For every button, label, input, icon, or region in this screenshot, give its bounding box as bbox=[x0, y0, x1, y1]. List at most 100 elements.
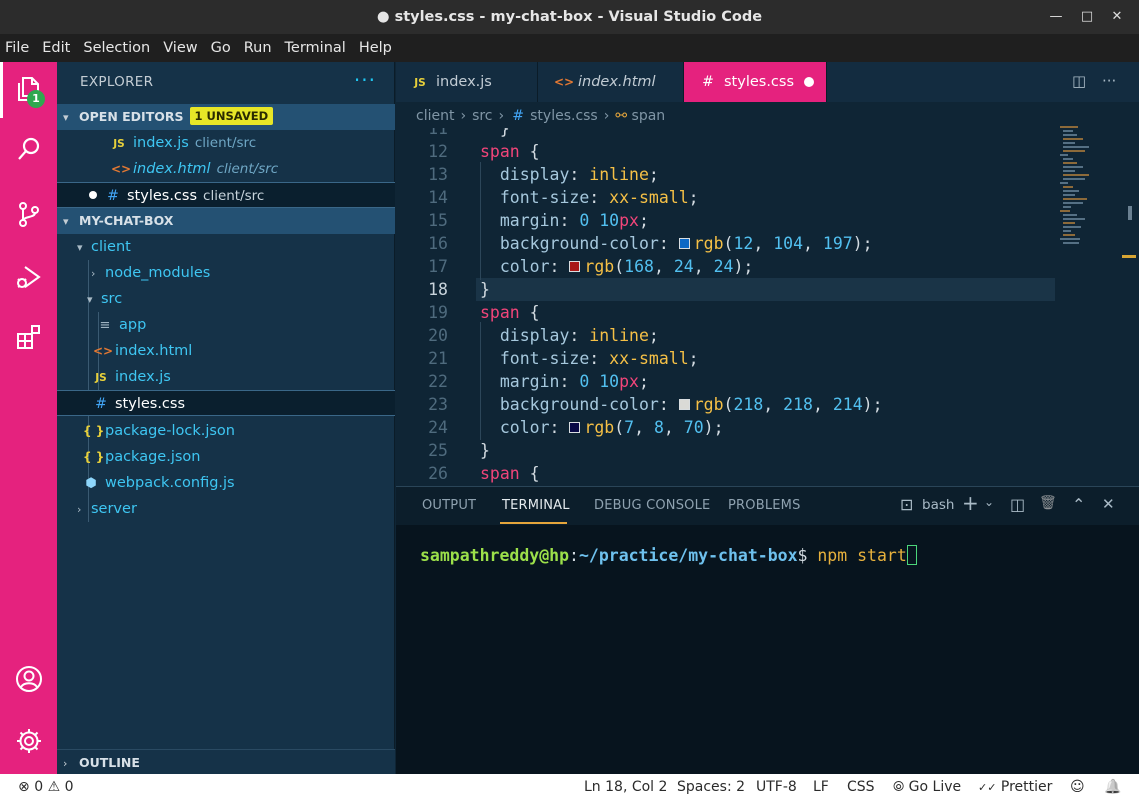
breadcrumb-sep: › bbox=[498, 108, 505, 124]
problems-status[interactable]: ⊗ 0 ⚠ 0 bbox=[18, 774, 74, 800]
activity-bar: 1 bbox=[0, 62, 57, 774]
minimap[interactable] bbox=[1060, 126, 1138, 246]
menu-edit[interactable]: Edit bbox=[42, 40, 70, 56]
tree-item-package-lock-json[interactable]: { }package-lock.json bbox=[57, 418, 395, 444]
open-editor-desc: client/src bbox=[194, 135, 257, 151]
chevron-down-icon[interactable]: ⌄ bbox=[984, 495, 994, 509]
line-number: 14 bbox=[428, 188, 448, 207]
css-property: font-size bbox=[499, 349, 590, 368]
css-file-icon: # bbox=[512, 108, 524, 124]
close-window-button[interactable]: ✕ bbox=[1102, 0, 1132, 34]
menu-selection[interactable]: Selection bbox=[83, 40, 150, 56]
tree-item-server[interactable]: › server bbox=[57, 496, 395, 522]
tree-item-package-json[interactable]: { }package.json bbox=[57, 444, 395, 470]
menu-terminal[interactable]: Terminal bbox=[285, 40, 346, 56]
open-editor-index-html[interactable]: <> index.html client/src bbox=[57, 156, 395, 182]
tab-index-js[interactable]: JS index.js bbox=[396, 62, 538, 102]
open-editor-index-js[interactable]: JS index.js client/src bbox=[57, 130, 395, 156]
menu-help[interactable]: Help bbox=[359, 40, 392, 56]
tree-item-index-html[interactable]: <> index.html bbox=[57, 338, 395, 364]
tab-index-html[interactable]: <> index.html bbox=[538, 62, 684, 102]
breadcrumb-item[interactable]: src bbox=[472, 108, 492, 124]
breadcrumb-item[interactable]: span bbox=[632, 108, 666, 124]
chevron-right-icon: › bbox=[91, 267, 96, 280]
feedback-icon[interactable]: ☺ bbox=[1070, 774, 1085, 800]
tree-item-client[interactable]: ▾ client bbox=[57, 234, 395, 260]
css-property: color bbox=[499, 257, 550, 276]
vertical-scrollbar[interactable] bbox=[1128, 206, 1132, 220]
more-actions-icon[interactable]: ··· bbox=[1102, 72, 1116, 90]
bell-icon[interactable]: 🔔 bbox=[1104, 774, 1121, 800]
line-number: 18 bbox=[428, 280, 448, 299]
css-number: 70 bbox=[683, 418, 704, 437]
unsaved-badge: 1 UNSAVED bbox=[189, 107, 274, 125]
trash-icon[interactable]: 🗑 bbox=[1039, 495, 1057, 511]
cursor-position[interactable]: Ln 18, Col 2 bbox=[584, 774, 667, 800]
line-number: 11 bbox=[428, 128, 448, 138]
panel-tab-terminal[interactable]: TERMINAL bbox=[502, 498, 570, 513]
code-paren: ( bbox=[614, 418, 625, 437]
maximize-panel-icon[interactable]: ⌃ bbox=[1072, 495, 1085, 514]
breadcrumb-item[interactable]: styles.css bbox=[530, 108, 598, 124]
color-swatch[interactable] bbox=[569, 261, 581, 272]
color-swatch[interactable] bbox=[569, 422, 581, 433]
open-editors-header[interactable]: ▾ OPEN EDITORS 1 UNSAVED bbox=[57, 104, 395, 130]
encoding[interactable]: UTF-8 bbox=[756, 774, 797, 800]
terminal-prompt[interactable]: sampathreddy@hp:~/practice/my-chat-box$ … bbox=[420, 545, 917, 565]
code-line: 20 display: inline; bbox=[396, 324, 1056, 347]
explorer-more-icon[interactable]: ··· bbox=[354, 68, 376, 92]
code-line: 16 background-color: rgb(12, 104, 197); bbox=[396, 232, 1056, 255]
end-of-line[interactable]: LF bbox=[813, 774, 829, 800]
split-terminal-icon[interactable]: ◫ bbox=[1010, 495, 1025, 514]
indentation[interactable]: Spaces: 2 bbox=[677, 774, 745, 800]
code-line: 24 color: rgb(7, 8, 70); bbox=[396, 416, 1056, 439]
project-header[interactable]: ▾ MY-CHAT-BOX bbox=[57, 208, 395, 234]
open-editor-styles-css[interactable]: # styles.css client/src bbox=[57, 182, 395, 208]
gear-icon[interactable] bbox=[12, 724, 45, 757]
code-semicolon: ; bbox=[648, 326, 659, 345]
tree-item-app[interactable]: ≡ app bbox=[57, 312, 395, 338]
account-icon[interactable] bbox=[12, 662, 45, 695]
prettier-button[interactable]: ✓✓ Prettier bbox=[978, 774, 1052, 800]
code-comma: , bbox=[812, 395, 833, 414]
js-file-icon: JS bbox=[414, 77, 426, 89]
minimize-button[interactable]: — bbox=[1041, 0, 1071, 34]
tree-item-styles-css[interactable]: # styles.css bbox=[57, 390, 395, 416]
go-live-label: Go Live bbox=[908, 779, 962, 795]
code-editor[interactable]: 11 } 12 span {13 display: inline; 14 font-s… bbox=[396, 128, 1056, 486]
go-live-button[interactable]: ⦾ Go Live bbox=[893, 774, 961, 800]
breadcrumb-item[interactable]: client bbox=[416, 108, 454, 124]
source-control-icon[interactable] bbox=[12, 197, 45, 230]
tab-styles-css[interactable]: # styles.css bbox=[684, 62, 827, 102]
code-semicolon: ; bbox=[688, 349, 699, 368]
code-line: 23 background-color: rgb(218, 218, 214); bbox=[396, 393, 1056, 416]
search-icon[interactable] bbox=[12, 132, 45, 165]
color-swatch[interactable] bbox=[678, 399, 690, 410]
maximize-button[interactable]: □ bbox=[1072, 0, 1102, 34]
tree-item-node-modules[interactable]: › node_modules bbox=[57, 260, 395, 286]
tree-item-index-js[interactable]: JS index.js bbox=[57, 364, 395, 390]
language-mode[interactable]: CSS bbox=[847, 774, 875, 800]
shell-selector[interactable]: bash bbox=[922, 497, 954, 513]
run-debug-icon[interactable] bbox=[12, 260, 45, 293]
panel-tab-problems[interactable]: PROBLEMS bbox=[728, 498, 801, 513]
tree-item-webpack-config[interactable]: ⬢ webpack.config.js bbox=[57, 470, 395, 496]
terminal-icon[interactable]: ⊡ bbox=[900, 495, 913, 514]
unsaved-dot-icon[interactable] bbox=[804, 77, 814, 87]
outline-header[interactable]: › OUTLINE bbox=[57, 749, 395, 775]
tree-item-src[interactable]: ▾ src bbox=[57, 286, 395, 312]
code-text: } bbox=[480, 441, 490, 460]
extensions-icon[interactable] bbox=[12, 320, 45, 353]
panel-tab-debug-console[interactable]: DEBUG CONSOLE bbox=[594, 498, 710, 513]
new-terminal-icon[interactable]: + bbox=[962, 491, 979, 515]
close-panel-icon[interactable]: ✕ bbox=[1102, 495, 1115, 513]
minimap-line bbox=[1063, 198, 1087, 200]
color-swatch[interactable] bbox=[678, 238, 690, 249]
menu-file[interactable]: File bbox=[5, 40, 29, 56]
panel-tab-output[interactable]: OUTPUT bbox=[422, 498, 476, 513]
menu-view[interactable]: View bbox=[163, 40, 197, 56]
split-editor-icon[interactable]: ◫ bbox=[1072, 72, 1086, 90]
menu-run[interactable]: Run bbox=[244, 40, 272, 56]
css-number: 0 bbox=[579, 211, 590, 230]
menu-go[interactable]: Go bbox=[211, 40, 231, 56]
